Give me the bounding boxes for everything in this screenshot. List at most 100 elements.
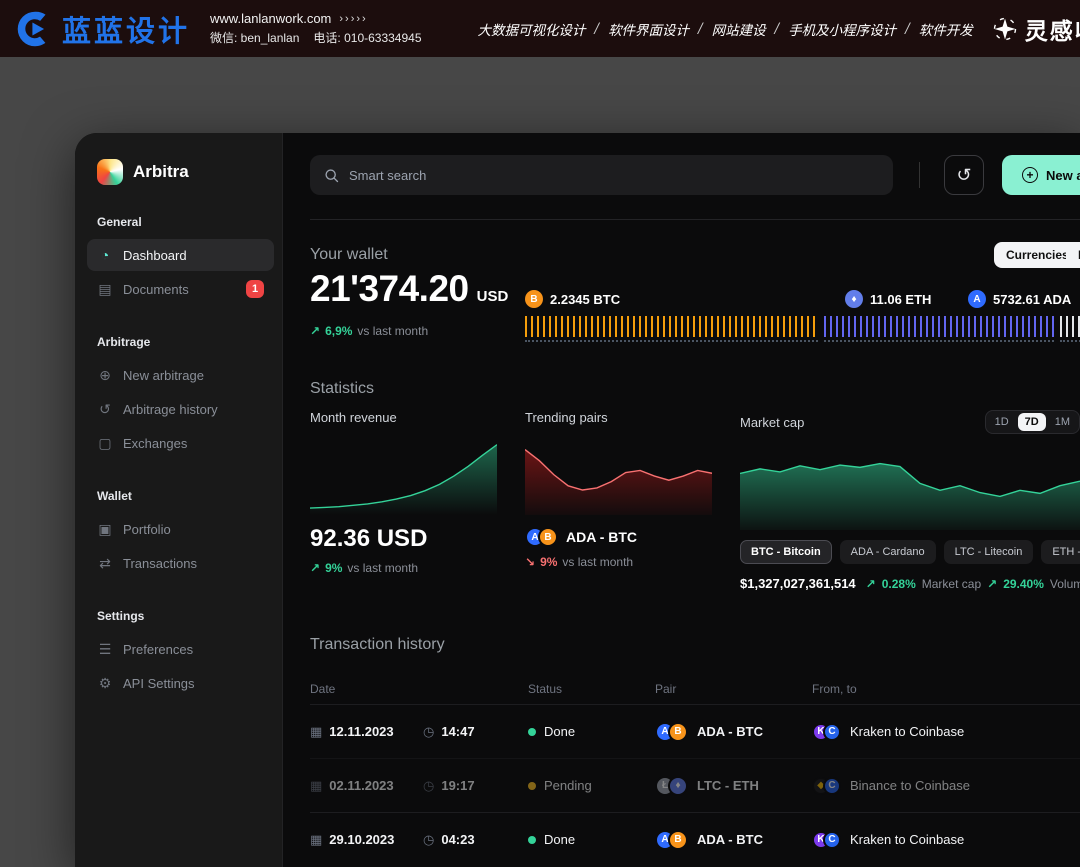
- lanlan-logo[interactable]: 蓝蓝设计: [16, 8, 190, 50]
- tx-date: 02.11.2023: [329, 778, 393, 793]
- chip-ada-cardano[interactable]: ADA - Cardano: [840, 540, 936, 564]
- sidebar-item-preferences[interactable]: ☰ Preferences: [87, 633, 274, 665]
- inspiration-collect[interactable]: 灵感收集: [993, 12, 1080, 46]
- delta-percent: 6,9%: [325, 324, 352, 338]
- tab-1d[interactable]: 1D: [988, 413, 1016, 431]
- sidebar-item-api-settings[interactable]: ⚙ API Settings: [87, 667, 274, 699]
- sidebar-section-settings: Settings: [97, 609, 264, 623]
- transfer-arrows-icon: ⇄: [97, 555, 113, 572]
- statistics-section: Statistics Month revenue 92.36 USD: [310, 380, 1080, 612]
- wallet-balance: 21'374.20 USD: [310, 268, 508, 310]
- sidebar-item-label: Portfolio: [123, 522, 171, 537]
- market-cap-card: Market cap 1D 7D 1M: [740, 410, 1080, 591]
- clock-icon: ◷: [423, 832, 434, 848]
- sidebar-item-exchanges[interactable]: ▢ Exchanges: [87, 427, 274, 459]
- sidebar-item-documents[interactable]: ▤ Documents 1: [87, 273, 274, 305]
- wallet-section: Your wallet Currencies Exchanges 21'374.…: [310, 246, 1080, 356]
- nav-link-software-dev[interactable]: 软件开发: [919, 19, 973, 39]
- statistics-title: Statistics: [310, 380, 1080, 398]
- exchanges-button[interactable]: Exchanges: [1066, 242, 1080, 268]
- documents-badge: 1: [246, 280, 264, 298]
- eth-amount: 11.06 ETH: [870, 292, 931, 307]
- new-arbitrage-button[interactable]: + New arbitrage: [1002, 155, 1080, 195]
- nav-separator: /: [775, 21, 780, 37]
- delta-percent: 9%: [325, 561, 342, 575]
- history-icon: ↺: [97, 401, 113, 418]
- plus-circle-icon: +: [1022, 167, 1038, 183]
- coinbase-icon: C: [823, 723, 841, 741]
- sidebar-item-portfolio[interactable]: ▣ Portfolio: [87, 513, 274, 545]
- barcode-strips: [525, 316, 1080, 342]
- clock-icon: ◷: [423, 778, 434, 794]
- transaction-row[interactable]: ▦02.11.2023 ◷19:17 Pending Ł♦ LTC - ETH …: [310, 758, 1080, 812]
- month-revenue-delta: ↗ 9% vs last month: [310, 561, 497, 575]
- tab-1m[interactable]: 1M: [1048, 413, 1077, 431]
- sparkle-star-icon: [993, 17, 1017, 41]
- desktop-background: Arbitra General ◔ Dashboard ▤ Documents …: [0, 57, 1080, 867]
- pair-label: LTC - ETH: [697, 778, 759, 793]
- transaction-row[interactable]: ▦29.10.2023 ◷04:23 Done AB ADA - BTC KC …: [310, 812, 1080, 866]
- eth-bars: [824, 316, 1054, 342]
- wallet-title: Your wallet: [310, 246, 1080, 264]
- target-icon: ⊕: [97, 367, 113, 384]
- banner-url[interactable]: www.lanlanwork.com: [210, 11, 331, 26]
- inspiration-collect-label: 灵感收集: [1025, 12, 1080, 46]
- date-cell: ▦12.11.2023 ◷14:47: [310, 724, 528, 740]
- transactions-header-row: Date Status Pair From, to: [310, 674, 1080, 704]
- route-label: Kraken to Coinbase: [850, 832, 964, 847]
- btc-icon: B: [668, 722, 688, 742]
- volume-delta-label: Volume (24h): [1050, 577, 1080, 591]
- nav-link-bigdata[interactable]: 大数据可视化设计: [478, 19, 586, 39]
- btc-icon: B: [668, 830, 688, 850]
- sidebar-item-label: Documents: [123, 282, 189, 297]
- balance-value: 21'374.20: [310, 268, 469, 310]
- market-cap-delta: 0.28%: [882, 577, 916, 591]
- trend-up-icon: ↗: [310, 324, 320, 338]
- column-pair: Pair: [655, 682, 812, 696]
- chip-ltc-litecoin[interactable]: LTC - Litecoin: [944, 540, 1034, 564]
- transaction-row[interactable]: ▦12.11.2023 ◷14:47 Done AB ADA - BTC KC …: [310, 704, 1080, 758]
- nav-separator: /: [698, 21, 703, 37]
- history-button[interactable]: ↺: [944, 155, 984, 195]
- arrows-decoration: ›››››: [339, 13, 367, 25]
- sidebar-item-new-arbitrage[interactable]: ⊕ New arbitrage: [87, 359, 274, 391]
- arbitra-window: Arbitra General ◔ Dashboard ▤ Documents …: [75, 133, 1080, 867]
- tx-time: 14:47: [441, 724, 474, 739]
- chip-btc-bitcoin[interactable]: BTC - Bitcoin: [740, 540, 832, 564]
- trend-up-icon: ↗: [310, 561, 320, 575]
- nav-link-website[interactable]: 网站建设: [712, 19, 766, 39]
- coinbase-icon: C: [823, 777, 841, 795]
- sidebar-item-dashboard[interactable]: ◔ Dashboard: [87, 239, 274, 271]
- pair-label: ADA - BTC: [697, 832, 763, 847]
- search-input-wrap[interactable]: [310, 155, 893, 195]
- sidebar-item-transactions[interactable]: ⇄ Transactions: [87, 547, 274, 579]
- nav-link-mobile-miniapp[interactable]: 手机及小程序设计: [788, 19, 896, 39]
- route-label: Binance to Coinbase: [850, 778, 970, 793]
- search-input[interactable]: [349, 168, 879, 183]
- arbitra-brand-name: Arbitra: [133, 162, 189, 182]
- sidebar: Arbitra General ◔ Dashboard ▤ Documents …: [75, 133, 283, 867]
- btc-bars: [525, 316, 818, 342]
- trending-pairs-title: Trending pairs: [525, 410, 712, 425]
- btc-amount: 2.2345 BTC: [550, 292, 620, 307]
- column-from-to: From, to: [812, 682, 1042, 696]
- month-revenue-card: Month revenue 92.36 USD ↗ 9% v: [310, 410, 497, 575]
- trending-pairs-chart: [525, 433, 712, 515]
- tab-7d[interactable]: 7D: [1018, 413, 1046, 431]
- balance-currency: USD: [477, 288, 509, 305]
- chip-eth-ethereum[interactable]: ETH - Ethereum: [1041, 540, 1080, 564]
- banner-contact: www.lanlanwork.com ››››› 微信: ben_lanlan …: [210, 11, 421, 46]
- sidebar-item-label: Dashboard: [123, 248, 187, 263]
- status-cell: Done: [528, 832, 655, 847]
- nav-link-software-ui[interactable]: 软件界面设计: [608, 19, 689, 39]
- sidebar-item-label: New arbitrage: [123, 368, 204, 383]
- sidebar-item-arbitrage-history[interactable]: ↺ Arbitrage history: [87, 393, 274, 425]
- eth-balance: ♦ 11.06 ETH: [845, 290, 931, 308]
- trending-pairs-delta: ↘ 9% vs last month: [525, 555, 712, 569]
- banner-phone: 电话: 010-63334945: [313, 29, 421, 46]
- calendar-icon: ▦: [310, 832, 322, 848]
- range-tabs: 1D 7D 1M: [985, 410, 1080, 434]
- statistics-cards: Month revenue 92.36 USD ↗ 9% v: [310, 410, 1080, 610]
- status-cell: Done: [528, 724, 655, 739]
- trending-pair: A B ADA - BTC: [525, 527, 712, 547]
